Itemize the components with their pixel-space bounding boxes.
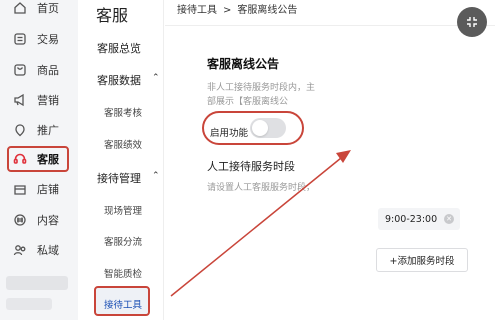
close-overlay-button[interactable] — [457, 7, 487, 37]
annotation-arrow-icon — [170, 150, 351, 297]
collapse-icon — [467, 17, 477, 27]
